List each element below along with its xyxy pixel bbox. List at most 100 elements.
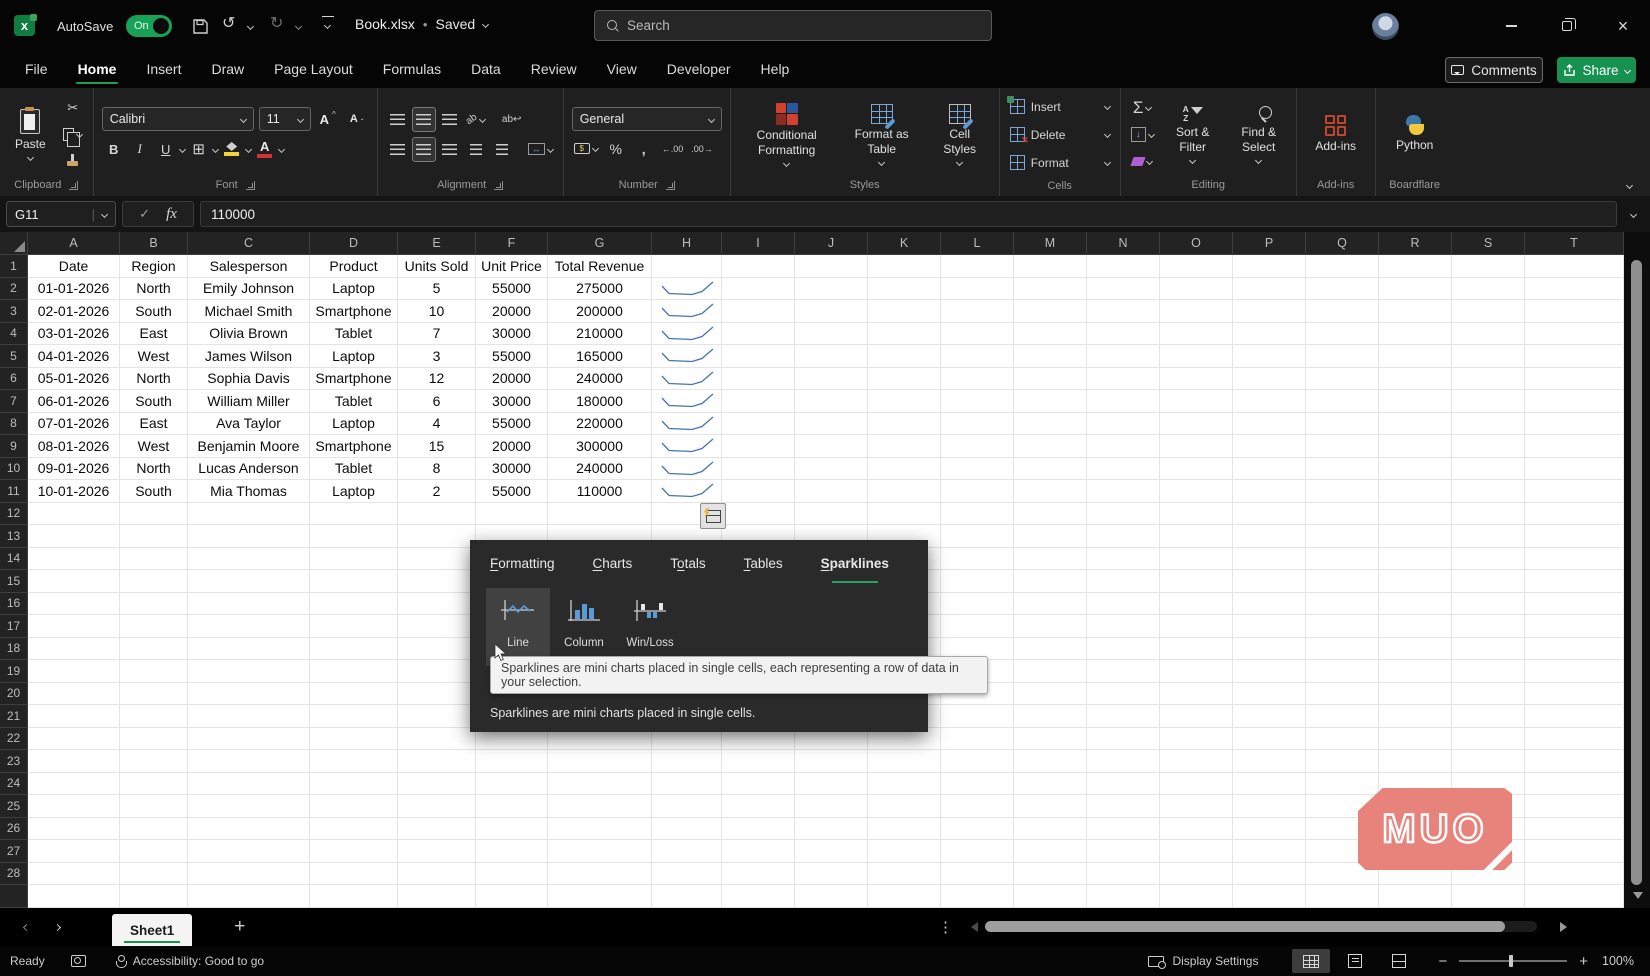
- row-header-22[interactable]: 22: [0, 727, 28, 750]
- cell-Q13[interactable]: [1306, 525, 1379, 548]
- cell-N23[interactable]: [1087, 750, 1160, 773]
- cell-C17[interactable]: [188, 615, 310, 638]
- cell-F9[interactable]: 20000: [476, 435, 548, 458]
- cell-P4[interactable]: [1233, 322, 1306, 345]
- cell-A28[interactable]: [28, 862, 120, 885]
- cell-R1[interactable]: [1379, 255, 1452, 278]
- cell-J28[interactable]: [795, 862, 868, 885]
- format-cells-button[interactable]: Format: [1008, 150, 1112, 175]
- cell-B5[interactable]: West: [120, 345, 188, 368]
- cell-E16[interactable]: [398, 592, 476, 615]
- cell-J3[interactable]: [795, 300, 868, 323]
- menu-tab-view[interactable]: View: [605, 54, 639, 86]
- cell-L3[interactable]: [941, 300, 1014, 323]
- merge-center-button[interactable]: ↔: [526, 137, 555, 162]
- cell-K10[interactable]: [868, 457, 941, 480]
- cell-I1[interactable]: [722, 255, 795, 278]
- cell-R14[interactable]: [1379, 547, 1452, 570]
- cell-O19[interactable]: [1160, 660, 1233, 683]
- zoom-level[interactable]: 100%: [1602, 954, 1634, 968]
- cell-F26[interactable]: [476, 817, 548, 840]
- cell-M1[interactable]: [1014, 255, 1087, 278]
- cell-P26[interactable]: [1233, 817, 1306, 840]
- cell-T3[interactable]: [1525, 300, 1624, 323]
- cell-C1[interactable]: Salesperson: [188, 255, 310, 278]
- column-header-E[interactable]: E: [398, 232, 476, 255]
- decrease-indent-button[interactable]: [464, 137, 488, 162]
- menu-tab-review[interactable]: Review: [529, 54, 579, 86]
- cell-O6[interactable]: [1160, 367, 1233, 390]
- cell-D15[interactable]: [310, 570, 398, 593]
- cell-S9[interactable]: [1452, 435, 1525, 458]
- cell-N17[interactable]: [1087, 615, 1160, 638]
- row-header-27[interactable]: 27: [0, 840, 28, 863]
- align-middle-button[interactable]: [411, 106, 436, 132]
- cell-F29[interactable]: [476, 885, 548, 908]
- cell-B14[interactable]: [120, 547, 188, 570]
- cell-B11[interactable]: South: [120, 480, 188, 503]
- copy-button[interactable]: [61, 122, 85, 147]
- cell-C14[interactable]: [188, 547, 310, 570]
- cell-T14[interactable]: [1525, 547, 1624, 570]
- cell-Q10[interactable]: [1306, 457, 1379, 480]
- cell-G27[interactable]: [548, 840, 652, 863]
- cell-S18[interactable]: [1452, 637, 1525, 660]
- cell-R13[interactable]: [1379, 525, 1452, 548]
- cell-E19[interactable]: [398, 660, 476, 683]
- italic-button[interactable]: I: [128, 137, 152, 162]
- cell-M2[interactable]: [1014, 277, 1087, 300]
- format-as-table-button[interactable]: Format as Table: [843, 94, 921, 174]
- cell-M15[interactable]: [1014, 570, 1087, 593]
- cell-O24[interactable]: [1160, 772, 1233, 795]
- cell-R17[interactable]: [1379, 615, 1452, 638]
- cell-G24[interactable]: [548, 772, 652, 795]
- cell-L24[interactable]: [941, 772, 1014, 795]
- display-settings-label[interactable]: Display Settings: [1172, 954, 1258, 968]
- cell-B15[interactable]: [120, 570, 188, 593]
- cell-P28[interactable]: [1233, 862, 1306, 885]
- cell-A18[interactable]: [28, 637, 120, 660]
- cell-E21[interactable]: [398, 705, 476, 728]
- row-header-23[interactable]: 23: [0, 750, 28, 773]
- cell-B18[interactable]: [120, 637, 188, 660]
- shrink-font-button[interactable]: Aˇ: [345, 107, 369, 132]
- align-right-button[interactable]: [438, 137, 462, 162]
- row-header-10[interactable]: 10: [0, 457, 28, 480]
- cell-F27[interactable]: [476, 840, 548, 863]
- cell-D27[interactable]: [310, 840, 398, 863]
- cell-I12[interactable]: [722, 502, 795, 525]
- autosave-toggle[interactable]: On: [126, 15, 172, 37]
- cell-A5[interactable]: 04-01-2026: [28, 345, 120, 368]
- cell-A20[interactable]: [28, 682, 120, 705]
- cell-M9[interactable]: [1014, 435, 1087, 458]
- row-header-28[interactable]: 28: [0, 862, 28, 885]
- cell-D9[interactable]: Smartphone: [310, 435, 398, 458]
- cell-M17[interactable]: [1014, 615, 1087, 638]
- cell-A7[interactable]: 06-01-2026: [28, 390, 120, 413]
- cell-P7[interactable]: [1233, 390, 1306, 413]
- cell-N19[interactable]: [1087, 660, 1160, 683]
- cell-F1[interactable]: Unit Price: [476, 255, 548, 278]
- cell-C25[interactable]: [188, 795, 310, 818]
- cell-T28[interactable]: [1525, 862, 1624, 885]
- cell-T27[interactable]: [1525, 840, 1624, 863]
- addins-button[interactable]: Add-ins: [1305, 113, 1367, 156]
- cell-R21[interactable]: [1379, 705, 1452, 728]
- row-header-24[interactable]: 24: [0, 772, 28, 795]
- cell-P8[interactable]: [1233, 412, 1306, 435]
- cell-N2[interactable]: [1087, 277, 1160, 300]
- orientation-button[interactable]: ab: [464, 107, 488, 132]
- cell-Q17[interactable]: [1306, 615, 1379, 638]
- menu-tab-file[interactable]: File: [23, 54, 50, 86]
- cell-S4[interactable]: [1452, 322, 1525, 345]
- cell-R11[interactable]: [1379, 480, 1452, 503]
- zoom-slider[interactable]: [1459, 955, 1568, 967]
- cell-E5[interactable]: 3: [398, 345, 476, 368]
- wrap-text-button[interactable]: ab↩: [500, 107, 524, 132]
- sparkline-cell-H8[interactable]: [652, 412, 722, 435]
- cell-A9[interactable]: 08-01-2026: [28, 435, 120, 458]
- sheet-options-icon[interactable]: ⋮: [938, 918, 953, 936]
- cell-P6[interactable]: [1233, 367, 1306, 390]
- underline-dropdown-icon[interactable]: [178, 145, 186, 153]
- cell-O26[interactable]: [1160, 817, 1233, 840]
